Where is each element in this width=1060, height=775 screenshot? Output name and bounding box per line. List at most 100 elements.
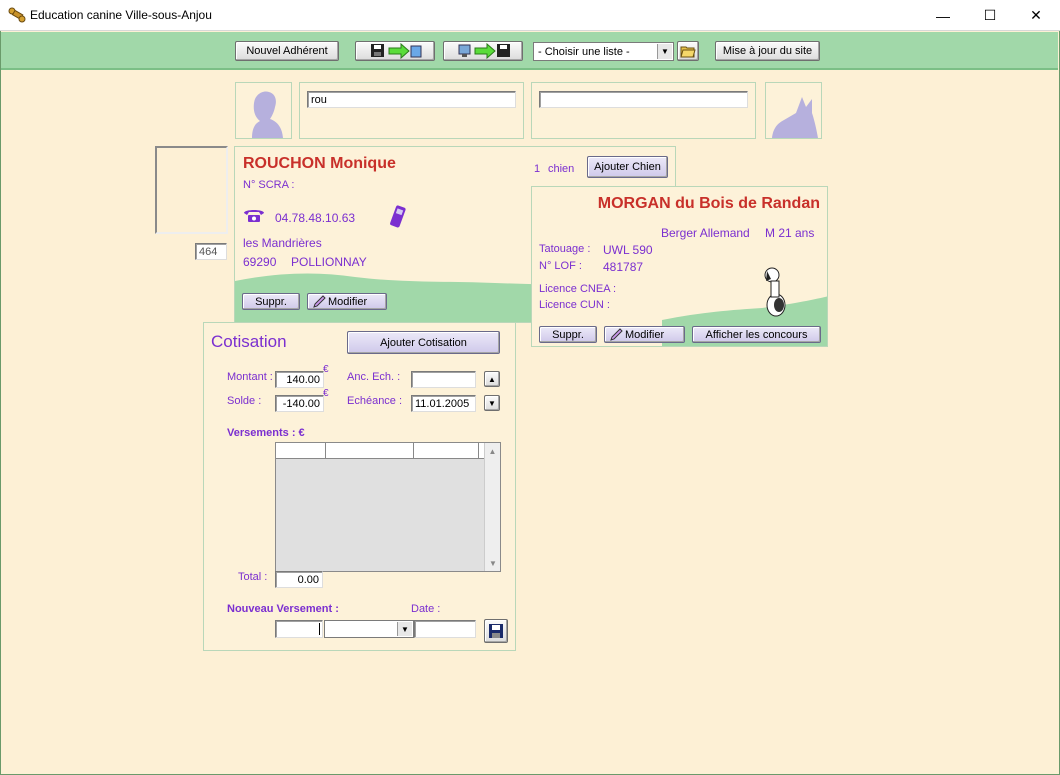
delete-member-button[interactable]: Suppr.	[242, 293, 300, 310]
total-label: Total :	[238, 571, 268, 583]
versements-col-1	[276, 443, 326, 458]
member-name: ROUCHON Monique	[243, 155, 396, 172]
member-address: les Mandrières	[243, 236, 322, 250]
scroll-down-icon[interactable]: ▼	[485, 555, 501, 571]
minimize-button[interactable]: —	[920, 0, 966, 31]
network-export-button[interactable]	[443, 41, 523, 61]
dog-silhouette-tile	[765, 82, 822, 139]
new-payment-amount[interactable]	[275, 620, 323, 638]
save-arrow-icon	[371, 43, 422, 59]
versements-label: Versements : €	[227, 427, 305, 439]
network-arrow-icon	[458, 43, 510, 59]
solde-label: Solde :	[227, 395, 262, 407]
payment-type-select[interactable]: ▼	[324, 620, 414, 638]
minimize-icon: —	[936, 7, 950, 24]
pencil-icon	[610, 327, 623, 341]
dog-sex-age: M 21 ans	[765, 226, 815, 240]
dog-name: MORGAN du Bois de Randan	[597, 195, 820, 212]
show-contests-button[interactable]: Afficher les concours	[692, 326, 821, 343]
delete-dog-button[interactable]: Suppr.	[539, 326, 597, 343]
montant-label: Montant :	[227, 371, 273, 383]
montant-euro: €	[323, 364, 329, 375]
anc-ech-label: Anc. Ech. :	[347, 371, 401, 383]
toolbar	[1, 32, 1058, 70]
dog-silhouette-icon	[772, 97, 818, 138]
window-frame	[0, 31, 1060, 775]
edit-member-button[interactable]: Modifier	[307, 293, 387, 310]
maximize-button[interactable]: ☐	[967, 0, 1013, 31]
member-phone: 04.78.48.10.63	[275, 211, 356, 225]
dog-count-label: chien	[548, 163, 575, 175]
date-label: Date :	[411, 603, 441, 615]
member-photo	[155, 146, 228, 234]
scra-label: N° SCRA :	[243, 179, 295, 191]
owner-search-panel: rou	[299, 82, 524, 139]
dog-search-panel	[531, 82, 756, 139]
sitting-dog-icon	[764, 267, 786, 317]
text-cursor	[319, 623, 320, 635]
echeance-label: Echéance :	[347, 395, 403, 407]
dog-count: 1	[534, 163, 541, 175]
phone-icon	[244, 210, 264, 222]
add-dog-button[interactable]: Ajouter Chien	[587, 156, 668, 178]
versements-col-2	[326, 443, 414, 458]
window-title: Education canine Ville-sous-Anjou	[30, 8, 212, 22]
person-silhouette-icon	[252, 91, 283, 138]
update-site-button[interactable]: Mise à jour du site	[715, 41, 820, 61]
title-bar: Education canine Ville-sous-Anjou — ☐ ✕	[0, 0, 1060, 31]
cotisation-panel: Cotisation Ajouter Cotisation Montant : …	[203, 322, 516, 651]
open-folder-button[interactable]	[677, 41, 699, 61]
chevron-down-button[interactable]: ▼	[484, 395, 500, 411]
dog-panel: MORGAN du Bois de Randan Berger Allemand…	[531, 186, 828, 347]
chevron-up-icon: ▲	[488, 374, 496, 384]
close-icon: ✕	[1030, 7, 1042, 23]
versements-col-3	[414, 443, 479, 458]
dog-search-input[interactable]	[539, 91, 748, 108]
edit-dog-button[interactable]: Modifier	[604, 326, 685, 343]
owner-silhouette-tile	[235, 82, 292, 139]
member-city: POLLIONNAY	[291, 255, 367, 269]
montant-field[interactable]: 140.00	[275, 371, 324, 388]
folder-icon	[680, 46, 696, 58]
dog-tattoo: UWL 590	[603, 243, 653, 257]
owner-search-input[interactable]: rou	[307, 91, 516, 108]
maximize-icon: ☐	[983, 7, 997, 23]
echeance-field[interactable]: 11.01.2005	[411, 395, 476, 412]
scroll-up-icon[interactable]: ▲	[485, 443, 500, 459]
tattoo-label: Tatouage :	[539, 243, 591, 255]
new-payment-label: Nouveau Versement :	[227, 603, 339, 615]
solde-field[interactable]: -140.00	[275, 395, 324, 412]
lof-label: N° LOF :	[539, 260, 582, 272]
dog-breed: Berger Allemand	[661, 226, 750, 240]
pencil-icon	[313, 294, 326, 308]
total-field: 0.00	[275, 571, 323, 588]
close-button[interactable]: ✕	[1013, 0, 1059, 31]
versements-header	[276, 443, 484, 459]
add-cotisation-button[interactable]: Ajouter Cotisation	[347, 331, 500, 354]
list-select-value: - Choisir une liste -	[538, 45, 630, 58]
chevron-down-icon: ▼	[397, 622, 412, 636]
floppy-icon	[489, 624, 503, 638]
versements-table[interactable]: ▲ ▼	[275, 442, 501, 572]
edit-dog-label: Modifier	[625, 328, 665, 341]
cotisation-title: Cotisation	[211, 332, 287, 351]
save-export-button[interactable]	[355, 41, 435, 61]
save-payment-button[interactable]	[484, 619, 508, 643]
solde-euro: €	[323, 388, 329, 399]
anc-ech-field[interactable]	[411, 371, 476, 388]
dog-lof: 481787	[603, 260, 644, 274]
edit-member-label: Modifier	[328, 295, 368, 308]
member-id-field[interactable]: 464	[195, 243, 227, 260]
list-select[interactable]: - Choisir une liste - ▼	[533, 42, 674, 61]
chevron-down-icon: ▼	[488, 398, 496, 408]
mobile-icon	[390, 205, 406, 228]
chevron-up-button[interactable]: ▲	[484, 371, 500, 387]
dog-bone-app-icon	[8, 7, 26, 23]
new-member-button[interactable]: Nouvel Adhérent	[235, 41, 339, 61]
versements-scrollbar[interactable]: ▲ ▼	[484, 443, 500, 571]
new-payment-date[interactable]	[414, 620, 476, 638]
cnea-label: Licence CNEA :	[539, 283, 617, 295]
chevron-down-icon: ▼	[657, 44, 672, 59]
cun-label: Licence CUN :	[539, 299, 610, 311]
member-postcode: 69290	[243, 255, 277, 269]
